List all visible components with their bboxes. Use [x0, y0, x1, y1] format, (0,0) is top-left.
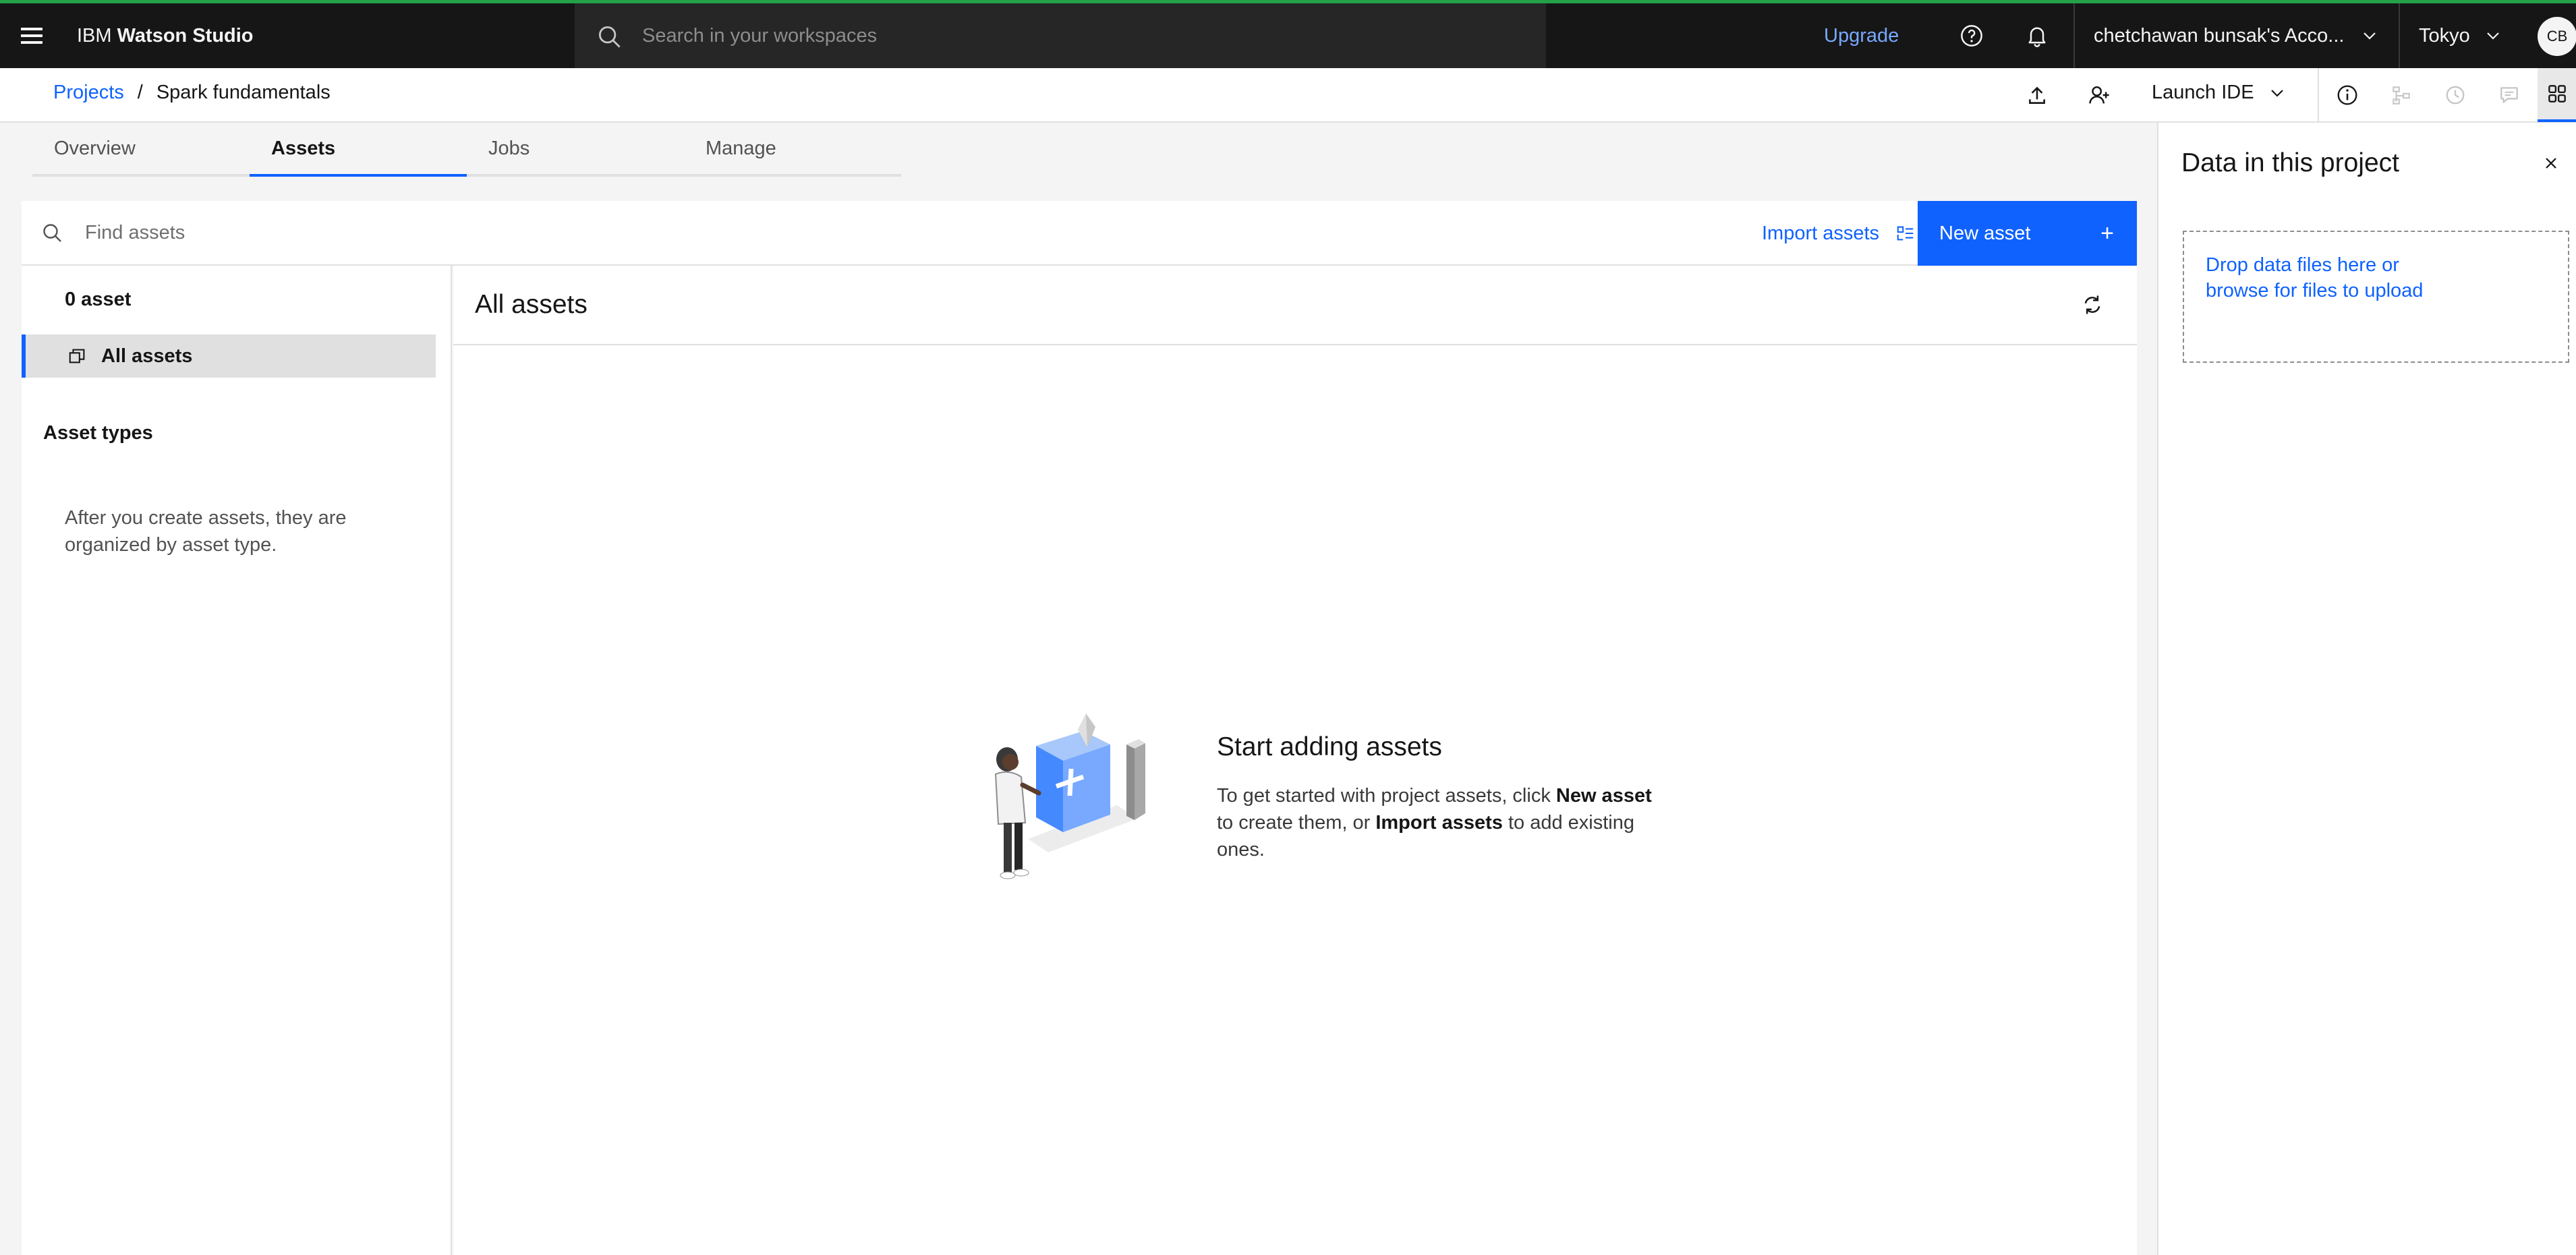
dropzone-line-2: browse for files to upload	[2206, 280, 2424, 301]
project-name: Spark fundamentals	[156, 82, 331, 103]
page-title: All assets	[475, 290, 588, 319]
upload-icon[interactable]	[2024, 82, 2051, 109]
project-header: Projects / Spark fundamentals Launch IDE	[0, 68, 2576, 123]
comment-icon[interactable]	[2496, 82, 2523, 109]
data-panel-icon[interactable]	[2538, 68, 2576, 122]
add-icon: +	[2100, 220, 2114, 246]
sidebar-item-all-assets[interactable]: All assets	[22, 334, 436, 378]
breadcrumb: Projects / Spark fundamentals	[53, 82, 331, 104]
empty-text-new-asset: New asset	[1555, 785, 1652, 807]
top-nav-bar: IBM Watson Studio Upgrade chetchawan bun…	[0, 0, 2576, 68]
asset-search-input[interactable]	[85, 218, 1299, 247]
dropzone-line-1: Drop data files here or	[2206, 254, 2399, 276]
region-switcher[interactable]: Tokyo	[2419, 3, 2501, 68]
import-icon	[1897, 226, 1914, 241]
divider	[2073, 3, 2075, 68]
upgrade-link[interactable]: Upgrade	[1824, 3, 1899, 68]
new-asset-button[interactable]: New asset +	[1918, 201, 2137, 266]
region-name: Tokyo	[2419, 24, 2470, 47]
file-dropzone[interactable]: Drop data files here or browse for files…	[2183, 231, 2569, 363]
chevron-down-icon	[2270, 89, 2283, 97]
chevron-down-icon	[2364, 32, 2376, 40]
sidebar-item-label: All assets	[101, 345, 193, 367]
tab-manage[interactable]: Manage	[684, 123, 901, 177]
divider	[2399, 3, 2400, 68]
import-assets-button[interactable]: Import assets	[1762, 201, 1916, 266]
help-icon[interactable]	[1959, 3, 1984, 68]
add-collaborator-icon[interactable]	[2086, 82, 2113, 109]
asset-stack-icon	[69, 349, 85, 363]
launch-ide-label: Launch IDE	[2152, 82, 2254, 103]
asset-filter-sidebar: 0 asset All assets Asset types After you…	[22, 266, 452, 1255]
empty-text-part: To get started with project assets, clic…	[1217, 785, 1556, 807]
account-name: chetchawan bunsak's Acco...	[2094, 24, 2345, 47]
history-icon[interactable]	[2442, 82, 2469, 109]
workspace-search-input[interactable]	[642, 21, 1519, 51]
tab-jobs[interactable]: Jobs	[467, 123, 684, 177]
workspace-search[interactable]	[575, 3, 1546, 68]
empty-text-part: to create them, or	[1217, 812, 1376, 834]
data-in-project-panel: Data in this project Drop data files her…	[2157, 123, 2576, 1255]
product-name[interactable]: IBM Watson Studio	[77, 3, 254, 68]
info-icon[interactable]	[2334, 82, 2361, 109]
asset-types-hint: After you create assets, they are organi…	[65, 507, 347, 556]
close-icon[interactable]	[2542, 154, 2560, 176]
divider	[2318, 68, 2319, 122]
empty-state-title: Start adding assets	[1217, 732, 1442, 761]
search-icon	[43, 224, 61, 242]
asset-types-heading: Asset types	[43, 422, 153, 444]
empty-state-illustration	[994, 713, 1145, 879]
empty-text-import-assets: Import assets	[1375, 812, 1503, 834]
panel-title: Data in this project	[2181, 148, 2399, 177]
notification-icon[interactable]	[2025, 3, 2049, 68]
menu-icon[interactable]	[19, 3, 45, 68]
refresh-icon[interactable]	[2080, 293, 2105, 320]
project-tabs: Overview Assets Jobs Manage	[32, 123, 901, 177]
tab-overview[interactable]: Overview	[32, 123, 250, 177]
brand-name: Watson Studio	[117, 24, 254, 47]
tab-assets[interactable]: Assets	[250, 123, 467, 177]
asset-search-bar: Import assets	[22, 201, 1939, 266]
account-switcher[interactable]: chetchawan bunsak's Acco...	[2094, 3, 2378, 68]
assets-header: All assets	[453, 266, 2137, 345]
chevron-down-icon	[2486, 32, 2499, 40]
avatar[interactable]: CB	[2538, 17, 2576, 56]
new-asset-label: New asset	[1939, 222, 2031, 244]
import-assets-label: Import assets	[1762, 222, 1880, 244]
lineage-icon[interactable]	[2388, 82, 2415, 109]
asset-count: 0 asset	[65, 289, 132, 310]
breadcrumb-separator: /	[137, 82, 143, 103]
breadcrumb-projects-link[interactable]: Projects	[53, 82, 124, 104]
launch-ide-button[interactable]: Launch IDE	[2152, 82, 2285, 104]
search-icon	[598, 26, 621, 48]
assets-main-panel: All assets Start adding assets To get st…	[453, 266, 2137, 1255]
brand-prefix: IBM	[77, 24, 117, 47]
empty-state-text: To get started with project assets, clic…	[1217, 782, 1662, 863]
